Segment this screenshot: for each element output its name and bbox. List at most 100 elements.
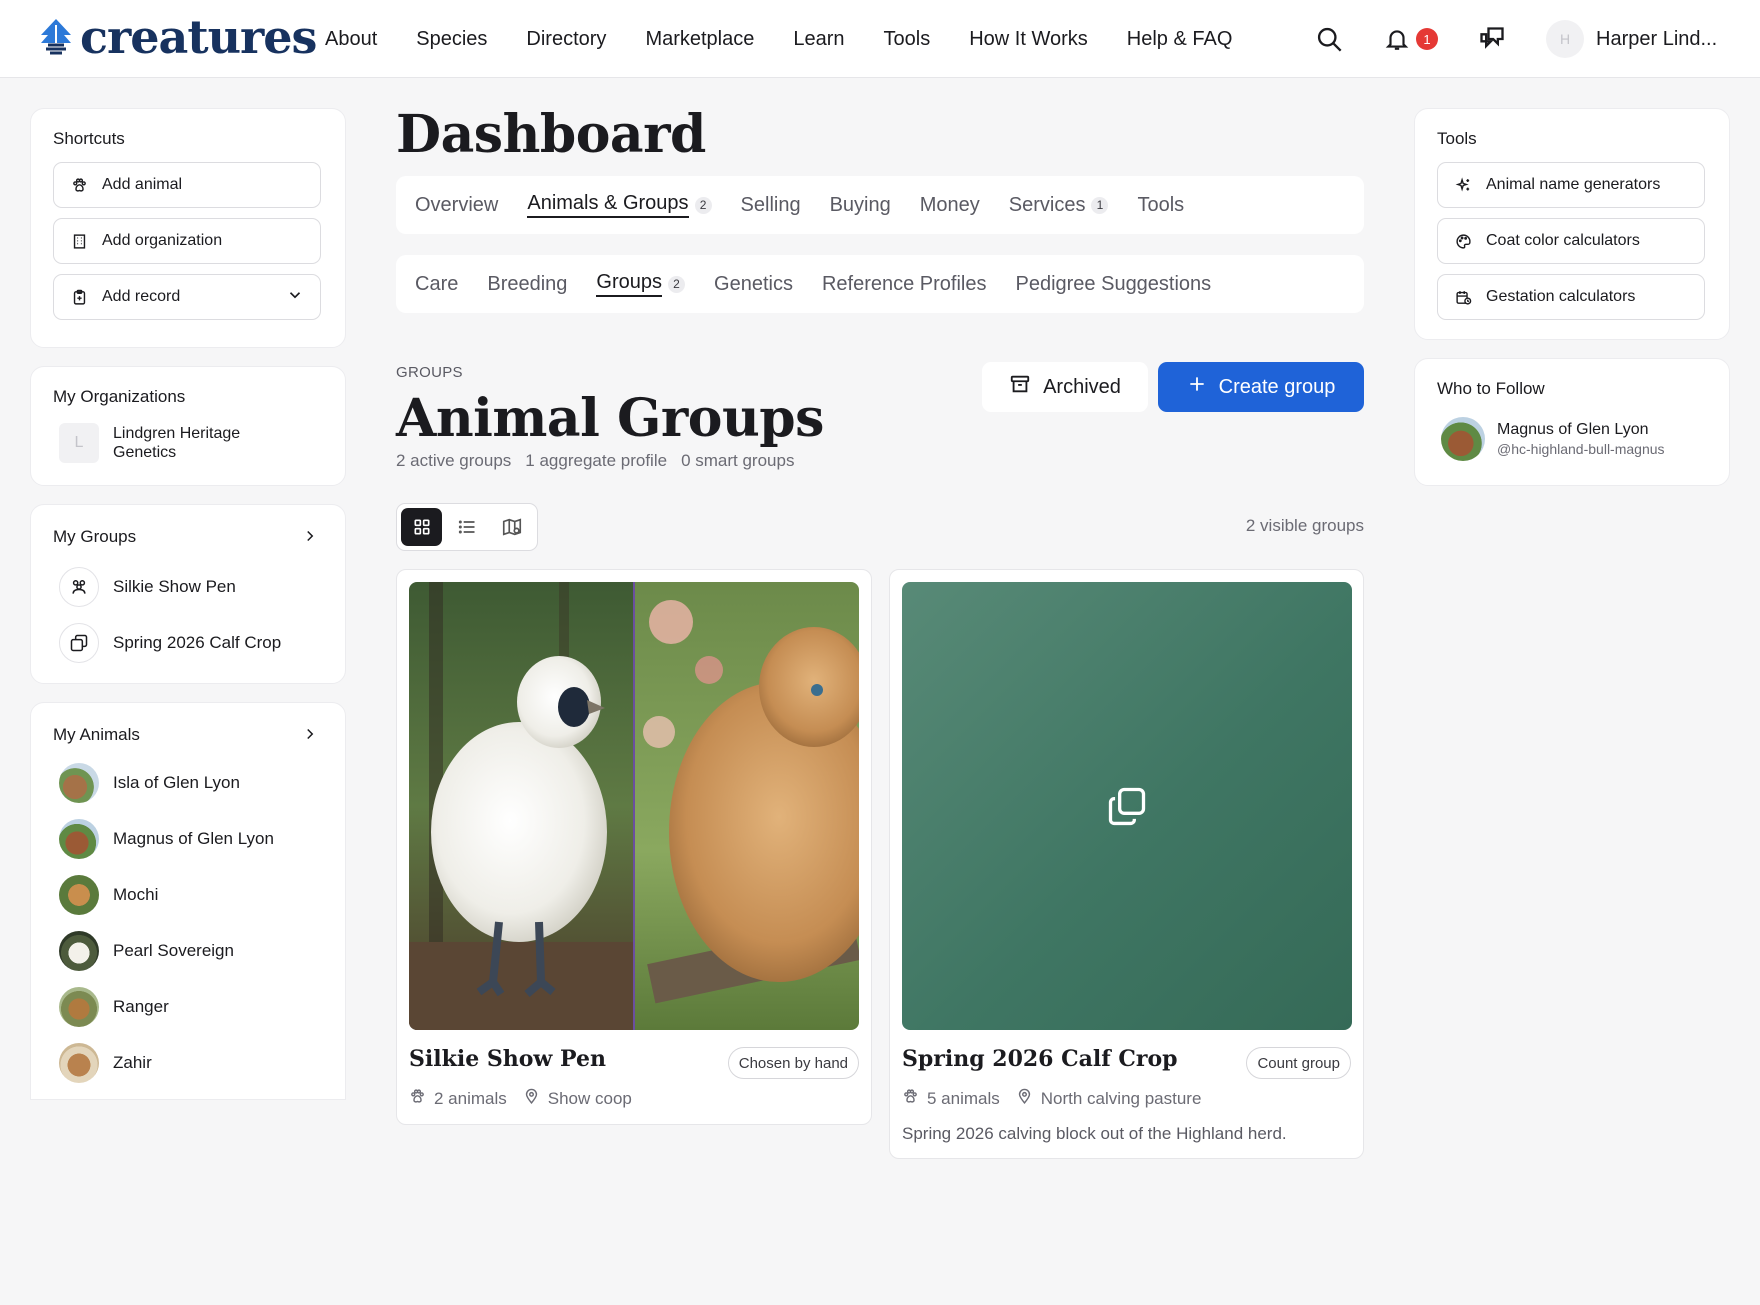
search-icon[interactable] bbox=[1312, 22, 1346, 56]
chevron-down-icon[interactable] bbox=[286, 286, 304, 309]
who-to-follow-card: Who to Follow Magnus of Glen Lyon @hc-hi… bbox=[1414, 358, 1730, 486]
grid-view-icon[interactable] bbox=[401, 508, 443, 546]
nav-species[interactable]: Species bbox=[416, 24, 487, 54]
add-organization-button[interactable]: Add organization bbox=[53, 218, 321, 264]
chat-icon[interactable] bbox=[1475, 22, 1509, 56]
animal-avatar bbox=[59, 1043, 99, 1083]
group-people-icon bbox=[59, 567, 99, 607]
nav-directory[interactable]: Directory bbox=[526, 24, 606, 54]
list-view-icon[interactable] bbox=[446, 508, 487, 546]
user-menu[interactable]: H Harper Lind... bbox=[1546, 20, 1717, 58]
nav-about[interactable]: About bbox=[325, 24, 377, 54]
tool-label: Animal name generators bbox=[1486, 176, 1661, 193]
follow-suggestion-item[interactable]: Magnus of Glen Lyon @hc-highland-bull-ma… bbox=[1441, 417, 1665, 461]
view-toggle bbox=[396, 503, 538, 551]
animal-avatar bbox=[59, 931, 99, 971]
group-animal-count: 2 animals bbox=[434, 1089, 507, 1108]
sidebar-group-spring-2026-calf-crop[interactable]: Spring 2026 Calf Crop bbox=[59, 623, 281, 663]
group-cover-image bbox=[409, 582, 859, 1030]
coat-color-calculators-button[interactable]: Coat color calculators bbox=[1437, 218, 1705, 264]
page-title: Dashboard bbox=[396, 104, 706, 165]
subtab-genetics[interactable]: Genetics bbox=[714, 273, 793, 296]
group-meta: 2 animals Show coop bbox=[409, 1088, 632, 1110]
building-icon bbox=[70, 232, 88, 250]
paw-icon bbox=[409, 1088, 426, 1110]
group-description: Spring 2026 calving block out of the Hig… bbox=[902, 1124, 1287, 1143]
nav-tools[interactable]: Tools bbox=[884, 24, 931, 54]
subtab-care[interactable]: Care bbox=[415, 273, 458, 296]
archived-button[interactable]: Archived bbox=[982, 362, 1148, 412]
tab-services[interactable]: Services 1 bbox=[1009, 194, 1109, 217]
add-animal-label: Add animal bbox=[102, 176, 183, 193]
add-animal-button[interactable]: Add animal bbox=[53, 162, 321, 208]
group-name[interactable]: Spring 2026 Calf Crop bbox=[902, 1046, 1178, 1072]
palette-icon bbox=[1454, 232, 1472, 250]
archived-label: Archived bbox=[1043, 375, 1121, 398]
sidebar-animal-item[interactable]: Pearl Sovereign bbox=[59, 931, 234, 971]
my-animals-title[interactable]: My Animals bbox=[53, 725, 140, 745]
subtab-breeding[interactable]: Breeding bbox=[487, 273, 567, 296]
sidebar-group-silkie-show-pen[interactable]: Silkie Show Pen bbox=[59, 567, 236, 607]
animal-avatar bbox=[59, 763, 99, 803]
nav-help-faq[interactable]: Help & FAQ bbox=[1127, 24, 1233, 54]
tools-title: Tools bbox=[1437, 129, 1477, 148]
sidebar-animal-item[interactable]: Mochi bbox=[59, 875, 158, 915]
tab-count-badge: 2 bbox=[668, 275, 686, 293]
tab-overview[interactable]: Overview bbox=[415, 194, 498, 217]
organization-name: Lindgren Heritage Genetics bbox=[113, 425, 241, 461]
tab-animals-groups[interactable]: Animals & Groups 2 bbox=[527, 192, 712, 218]
sparkle-icon bbox=[1454, 176, 1472, 194]
subtab-groups[interactable]: Groups 2 bbox=[596, 271, 686, 297]
tab-selling[interactable]: Selling bbox=[741, 194, 801, 217]
my-groups-title[interactable]: My Groups bbox=[53, 527, 136, 547]
stat-aggregate-profile: 1 aggregate profile bbox=[525, 451, 668, 470]
sidebar-animal-item[interactable]: Zahir bbox=[59, 1043, 152, 1083]
group-location: Show coop bbox=[547, 1089, 632, 1108]
notification-badge: 1 bbox=[1416, 28, 1438, 50]
brand-logo[interactable]: creatures bbox=[38, 10, 317, 64]
nav-learn[interactable]: Learn bbox=[793, 24, 844, 54]
paw-icon bbox=[902, 1088, 919, 1110]
logo-icon bbox=[41, 19, 71, 55]
primary-tabs: Overview Animals & Groups 2 Selling Buyin… bbox=[396, 176, 1364, 234]
tab-buying[interactable]: Buying bbox=[830, 194, 891, 217]
group-type-badge: Chosen by hand bbox=[727, 1047, 859, 1079]
brand-name: creatures bbox=[80, 10, 317, 64]
nav-marketplace[interactable]: Marketplace bbox=[645, 24, 754, 54]
add-record-label: Add record bbox=[102, 288, 181, 305]
map-view-icon[interactable] bbox=[492, 508, 533, 546]
follow-handle: @hc-highland-bull-magnus bbox=[1497, 441, 1665, 457]
tab-tools[interactable]: Tools bbox=[1137, 194, 1184, 217]
copy-stack-icon bbox=[59, 623, 99, 663]
chevron-right-icon[interactable] bbox=[301, 527, 319, 550]
chevron-right-icon[interactable] bbox=[301, 725, 319, 748]
secondary-tabs: Care Breeding Groups 2 Genetics Reference… bbox=[396, 255, 1364, 313]
tool-label: Gestation calculators bbox=[1486, 288, 1636, 305]
gestation-calculators-button[interactable]: Gestation calculators bbox=[1437, 274, 1705, 320]
sidebar-animal-item[interactable]: Isla of Glen Lyon bbox=[59, 763, 240, 803]
create-group-button[interactable]: Create group bbox=[1158, 362, 1364, 412]
user-name: Harper Lind... bbox=[1596, 27, 1718, 50]
section-title: Animal Groups bbox=[396, 388, 824, 449]
animal-avatar bbox=[59, 819, 99, 859]
tab-money[interactable]: Money bbox=[920, 194, 980, 217]
group-cover-placeholder bbox=[902, 582, 1352, 1030]
subtab-pedigree-suggestions[interactable]: Pedigree Suggestions bbox=[1015, 273, 1211, 296]
nav-how-it-works[interactable]: How It Works bbox=[969, 24, 1088, 54]
organization-item[interactable]: L Lindgren Heritage Genetics bbox=[59, 423, 293, 463]
subtab-reference-profiles[interactable]: Reference Profiles bbox=[822, 273, 987, 296]
sidebar-animal-item[interactable]: Magnus of Glen Lyon bbox=[59, 819, 274, 859]
animal-avatar bbox=[59, 875, 99, 915]
animal-name-generators-button[interactable]: Animal name generators bbox=[1437, 162, 1705, 208]
group-card-silkie-show-pen[interactable]: Silkie Show Pen Chosen by hand 2 animals… bbox=[396, 569, 872, 1125]
tab-count-badge: 2 bbox=[694, 196, 712, 214]
bell-icon[interactable] bbox=[1380, 22, 1414, 56]
group-card-spring-2026-calf-crop[interactable]: Spring 2026 Calf Crop Count group 5 anim… bbox=[889, 569, 1364, 1159]
group-name[interactable]: Silkie Show Pen bbox=[409, 1046, 606, 1072]
sidebar-animal-item[interactable]: Ranger bbox=[59, 987, 169, 1027]
organization-avatar: L bbox=[59, 423, 99, 463]
avatar: H bbox=[1546, 20, 1584, 58]
animal-name: Zahir bbox=[113, 1053, 152, 1072]
group-stats: 2 active groups 1 aggregate profile 0 sm… bbox=[396, 451, 794, 471]
add-record-button[interactable]: Add record bbox=[53, 274, 321, 320]
